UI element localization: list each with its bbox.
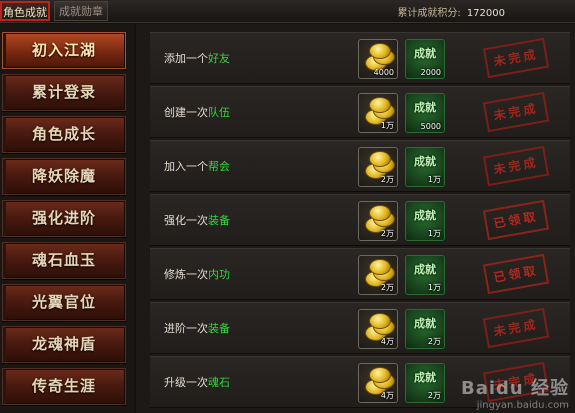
sidebar-item-chuRuJiangHu[interactable]: 初入江湖	[2, 32, 126, 69]
top-bar: 角色成就 成就勋章 累计成就积分: 172000	[0, 0, 575, 23]
points-amount: 2万	[427, 391, 441, 400]
points-amount: 1万	[427, 229, 441, 238]
sidebar-item-label: 降妖除魔	[31, 167, 96, 185]
achievement-points-reward[interactable]: 成就 1万	[405, 255, 445, 295]
achievement-points-reward[interactable]: 成就 5000	[405, 93, 445, 133]
sidebar-item-label: 角色成长	[31, 125, 96, 143]
task-text: 添加一个	[164, 52, 208, 65]
task-keyword: 内功	[208, 268, 230, 281]
gold-reward[interactable]: 2万	[358, 255, 398, 295]
task-text: 修炼一次	[164, 268, 208, 281]
sidebar-item-qiangHuaJinJie[interactable]: 强化进阶	[2, 200, 126, 237]
gold-reward[interactable]: 4万	[358, 363, 398, 403]
achievement-list: 添加一个好友 4000 成就 2000 未完成 创建一次队伍 1万 成就 5000 …	[136, 24, 575, 413]
sidebar-item-label: 光翼官位	[31, 293, 96, 311]
points-amount: 1万	[427, 283, 441, 292]
tab-character-achievements[interactable]: 角色成就	[0, 1, 50, 21]
achievement-task: 进阶一次装备	[164, 303, 230, 355]
achievement-row: 强化一次装备 2万 成就 1万 已领取	[150, 194, 570, 246]
task-text: 升级一次	[164, 376, 208, 389]
achievement-task: 创建一次队伍	[164, 87, 230, 139]
task-keyword: 队伍	[208, 106, 230, 119]
gold-reward[interactable]: 4000	[358, 39, 398, 79]
sidebar-item-longHunShenDun[interactable]: 龙魂神盾	[2, 326, 126, 363]
gold-amount: 4000	[373, 68, 394, 77]
achievement-row: 创建一次队伍 1万 成就 5000 未完成	[150, 86, 570, 138]
achievement-task: 升级一次魂石	[164, 357, 230, 409]
achievement-points-reward[interactable]: 成就 1万	[405, 147, 445, 187]
category-sidebar: 初入江湖 累计登录 角色成长 降妖除魔 强化进阶 魂石血玉 光翼官位 龙魂神盾 …	[0, 24, 134, 413]
status-stamp: 未完成	[482, 91, 550, 133]
tab-achievement-medals[interactable]: 成就勋章	[54, 1, 108, 21]
achievement-points-reward[interactable]: 成就 2000	[405, 39, 445, 79]
gold-amount: 4万	[380, 337, 394, 346]
task-text: 强化一次	[164, 214, 208, 227]
gold-reward[interactable]: 2万	[358, 147, 398, 187]
points-amount: 2000	[420, 68, 441, 77]
sidebar-item-hunShiXueYu[interactable]: 魂石血玉	[2, 242, 126, 279]
achievement-label: 成就	[414, 101, 436, 114]
achievement-task: 加入一个帮会	[164, 141, 230, 193]
task-keyword: 好友	[208, 52, 230, 65]
achievement-task: 修炼一次内功	[164, 249, 230, 301]
sidebar-item-jiangYaoChuMo[interactable]: 降妖除魔	[2, 158, 126, 195]
achievement-label: 成就	[414, 317, 436, 330]
points-amount: 5000	[420, 122, 441, 131]
achievement-row: 添加一个好友 4000 成就 2000 未完成	[150, 32, 570, 84]
task-text: 加入一个	[164, 160, 208, 173]
baidu-watermark: Baidu 经验 jingyan.baidu.com	[461, 374, 569, 411]
sidebar-item-label: 强化进阶	[31, 209, 96, 227]
status-stamp: 未完成	[482, 145, 550, 187]
status-stamp: 已领取	[482, 253, 550, 295]
gold-reward[interactable]: 1万	[358, 93, 398, 133]
sidebar-item-label: 累计登录	[31, 83, 96, 101]
task-keyword: 装备	[208, 322, 230, 335]
status-stamp: 未完成	[482, 307, 550, 349]
task-keyword: 装备	[208, 214, 230, 227]
points-amount: 1万	[427, 175, 441, 184]
achievement-score: 累计成就积分: 172000	[397, 4, 505, 19]
gold-reward[interactable]: 2万	[358, 201, 398, 241]
achievement-points-reward[interactable]: 成就 2万	[405, 363, 445, 403]
sidebar-item-label: 龙魂神盾	[31, 335, 96, 353]
sidebar-item-label: 初入江湖	[31, 41, 96, 59]
achievement-label: 成就	[414, 371, 436, 384]
achievement-points-reward[interactable]: 成就 2万	[405, 309, 445, 349]
sidebar-item-label: 传奇生涯	[31, 377, 96, 395]
achievement-label: 成就	[414, 155, 436, 168]
gold-amount: 2万	[380, 283, 394, 292]
points-amount: 2万	[427, 337, 441, 346]
watermark-url: jingyan.baidu.com	[476, 400, 569, 411]
gold-coin-icon	[363, 43, 395, 71]
task-text: 进阶一次	[164, 322, 208, 335]
gold-amount: 1万	[380, 121, 394, 130]
sidebar-item-label: 魂石血玉	[31, 251, 96, 269]
achievement-task: 强化一次装备	[164, 195, 230, 247]
task-text: 创建一次	[164, 106, 208, 119]
watermark-brand: Baidu 经验	[460, 378, 569, 399]
achievement-label: 成就	[414, 209, 436, 222]
sidebar-item-jueSeChengZhang[interactable]: 角色成长	[2, 116, 126, 153]
task-keyword: 魂石	[208, 376, 230, 389]
achievement-label: 成就	[414, 263, 436, 276]
score-label: 累计成就积分:	[397, 8, 461, 19]
gold-reward[interactable]: 4万	[358, 309, 398, 349]
score-value: 172000	[466, 8, 505, 19]
sidebar-item-guangYiGuanWei[interactable]: 光翼官位	[2, 284, 126, 321]
status-stamp: 已领取	[482, 199, 550, 241]
gold-amount: 4万	[380, 391, 394, 400]
status-stamp: 未完成	[482, 37, 550, 79]
achievement-row: 修炼一次内功 2万 成就 1万 已领取	[150, 248, 570, 300]
task-keyword: 帮会	[208, 160, 230, 173]
achievement-label: 成就	[414, 47, 436, 60]
gold-amount: 2万	[380, 229, 394, 238]
sidebar-item-chuanQiShengYa[interactable]: 传奇生涯	[2, 368, 126, 405]
sidebar-item-leiJiDengLu[interactable]: 累计登录	[2, 74, 126, 111]
achievement-row: 加入一个帮会 2万 成就 1万 未完成	[150, 140, 570, 192]
achievement-task: 添加一个好友	[164, 33, 230, 85]
achievement-row: 进阶一次装备 4万 成就 2万 未完成	[150, 302, 570, 354]
achievement-points-reward[interactable]: 成就 1万	[405, 201, 445, 241]
gold-amount: 2万	[380, 175, 394, 184]
